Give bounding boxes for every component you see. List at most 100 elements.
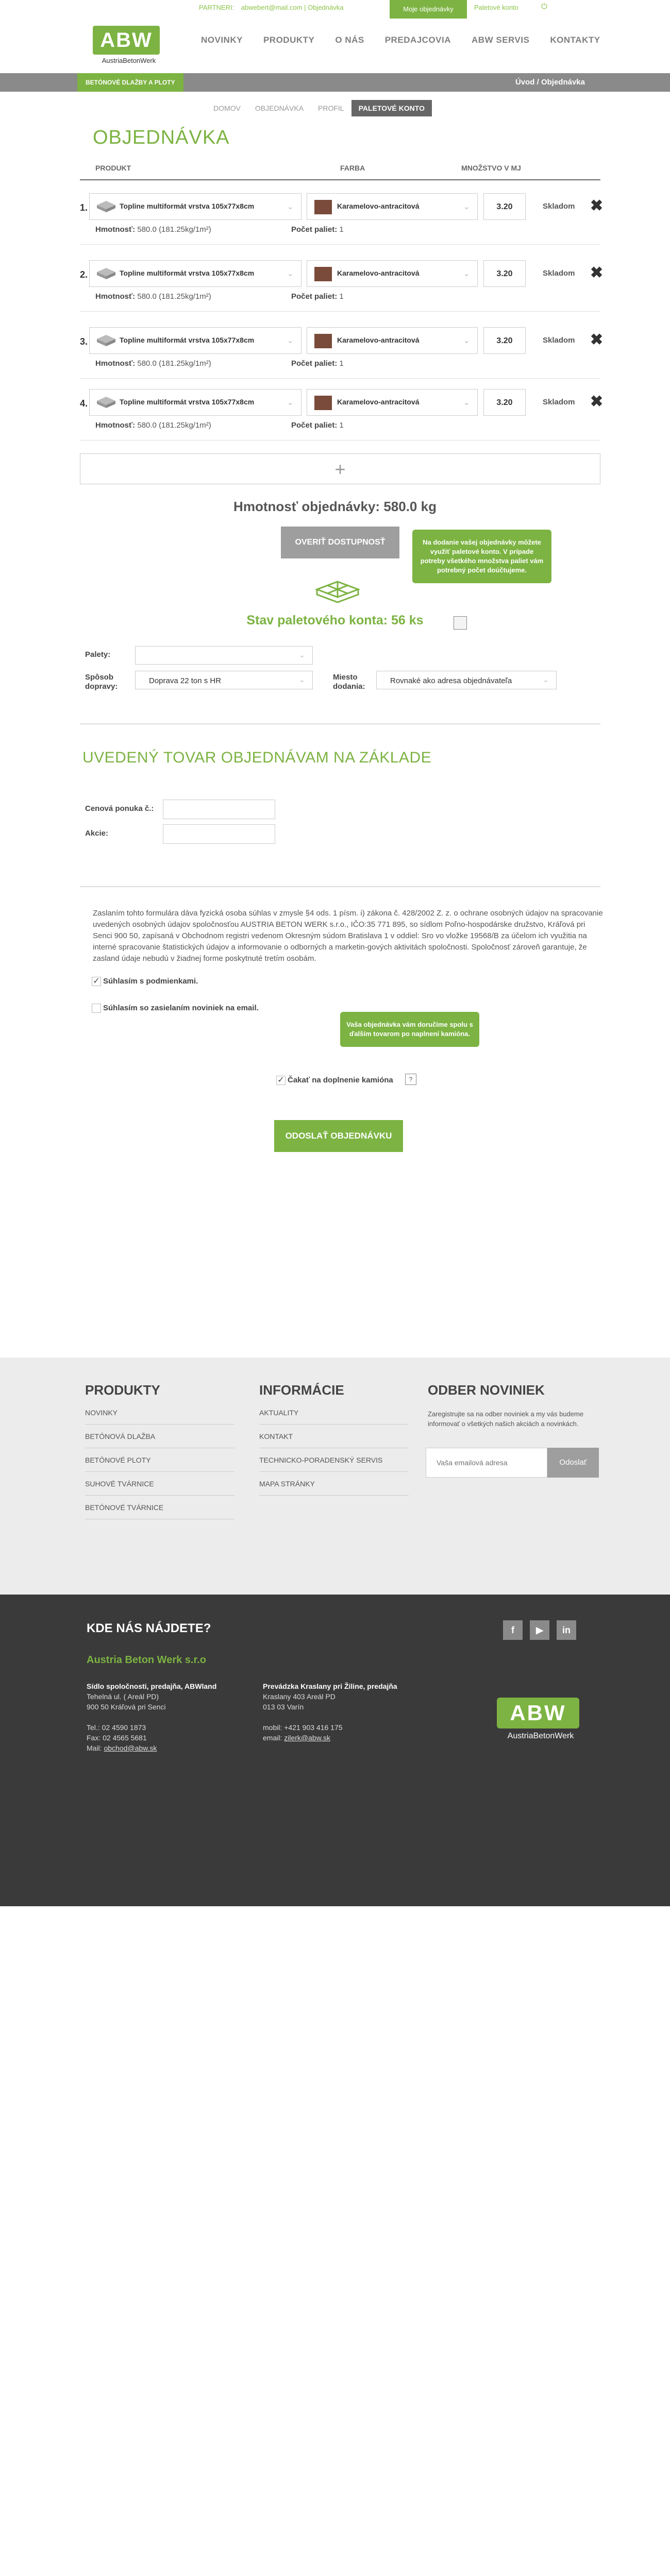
pallet-account-link[interactable]: Paletové konto: [474, 4, 518, 11]
order-weight: Hmotnosť objednávky: 580.0 kg: [233, 499, 437, 514]
pallet-status: Stav paletového konta: 56 ks: [246, 613, 424, 628]
truck-tooltip: Vaša objednávka vám doručíme spolu s ďal…: [340, 1012, 479, 1047]
address-senec: Sídlo spoločnosti, predajňa, ABWland Teh…: [87, 1682, 217, 1752]
chevron-down-icon: ⌄: [463, 398, 470, 407]
newsletter-email-input[interactable]: [426, 1448, 547, 1478]
my-orders-button[interactable]: Moje objednávky: [390, 0, 467, 19]
product-select[interactable]: Topline multiformát vrstva 105x77x8cm ⌄: [89, 327, 301, 354]
color-select[interactable]: Karamelovo-antracitová ⌄: [307, 327, 478, 354]
nav-abw-servis[interactable]: ABW SERVIS: [461, 35, 540, 45]
table-header: PRODUKT FARBA MNOŽSTVO V MJ: [80, 155, 600, 180]
row-weight: Hmotnosť: 580.0 (181.25kg/1m²): [95, 225, 211, 234]
tab-domov[interactable]: DOMOV: [206, 100, 248, 116]
nav-predajcovia[interactable]: PREDAJCOVIA: [375, 35, 461, 45]
partner-email-link[interactable]: abwebert@mail.com: [241, 4, 303, 11]
paving-stone-icon: [97, 201, 115, 212]
close-icon[interactable]: ✖: [590, 332, 603, 348]
pallet-icon: [314, 581, 361, 603]
category-button[interactable]: BETÓNOVÉ DLAŽBY A PLOTY: [77, 73, 183, 92]
product-name: Topline multiformát vrstva 105x77x8cm: [120, 202, 255, 210]
footer-link-novinky[interactable]: NOVINKY: [85, 1401, 234, 1425]
email-link[interactable]: zilerk@abw.sk: [284, 1734, 330, 1742]
chevron-down-icon: ⌄: [287, 202, 294, 211]
quantity-input[interactable]: 3.20: [483, 389, 526, 416]
row-pallets: Počet paliet: 1: [291, 292, 344, 301]
footer-info-title: INFORMÁCIE: [259, 1382, 344, 1398]
youtube-icon[interactable]: ▶: [530, 1620, 549, 1640]
footer-link-kontakt[interactable]: KONTAKT: [259, 1425, 409, 1448]
tab-paletove-konto[interactable]: PALETOVÉ KONTO: [351, 100, 432, 116]
product-name: Topline multiformát vrstva 105x77x8cm: [120, 336, 255, 344]
terms-checkbox[interactable]: ✓: [92, 977, 101, 986]
close-icon[interactable]: ✖: [590, 265, 603, 281]
color-select[interactable]: Karamelovo-antracitová ⌄: [307, 260, 478, 287]
action-label: Akcie:: [85, 829, 109, 838]
footer-logo[interactable]: ABW AustriaBetonWerk: [497, 1698, 584, 1741]
nav-novinky[interactable]: NOVINKY: [191, 35, 253, 45]
transport-select[interactable]: Doprava 22 ton s HR ⌄: [135, 671, 313, 689]
color-swatch: [314, 334, 332, 348]
logo-mark: ABW: [93, 26, 160, 55]
quote-input[interactable]: [163, 800, 275, 819]
newsletter-submit-button[interactable]: Odoslať: [547, 1448, 599, 1478]
logo-subtitle: AustriaBetonWerk: [102, 57, 156, 64]
pallets-select[interactable]: ⌄: [135, 646, 313, 665]
footer-link-tvarnice[interactable]: BETÓNOVÉ TVÁRNICE: [85, 1496, 234, 1519]
verify-availability-button[interactable]: OVERIŤ DOSTUPNOSŤ: [281, 527, 399, 558]
abw-logo[interactable]: ABW AustriaBetonWerk: [93, 26, 165, 64]
chevron-down-icon: ⌄: [299, 675, 305, 684]
nav-kontakty[interactable]: KONTAKTY: [540, 35, 610, 45]
color-name: Karamelovo-antracitová: [337, 269, 420, 277]
mail-link[interactable]: obchod@abw.sk: [104, 1744, 157, 1752]
footer-links: PRODUKTY NOVINKY BETÓNOVÁ DLAŽBA BETÓNOV…: [0, 1358, 670, 1595]
color-swatch: [314, 396, 332, 410]
footer-logo-mark: ABW: [497, 1698, 579, 1728]
send-order-button[interactable]: ODOSLAŤ OBJEDNÁVKU: [274, 1120, 403, 1152]
power-icon[interactable]: ⏻: [541, 2, 547, 11]
transport-label: Spôsob dopravy:: [85, 673, 118, 691]
color-select[interactable]: Karamelovo-antracitová ⌄: [307, 193, 478, 220]
help-icon[interactable]: ?: [405, 1074, 416, 1085]
col-qty: MNOŽSTVO V MJ: [461, 164, 521, 172]
quantity-input[interactable]: 3.20: [483, 327, 526, 354]
partner-order-link[interactable]: Objednávka: [308, 4, 343, 11]
tab-objednavka[interactable]: OBJEDNÁVKA: [248, 100, 311, 116]
partners-bar: PARTNERI: abwebert@mail.com | Objednávka: [199, 4, 344, 11]
product-select[interactable]: Topline multiformát vrstva 105x77x8cm ⌄: [89, 193, 301, 220]
color-select[interactable]: Karamelovo-antracitová ⌄: [307, 389, 478, 416]
linkedin-icon[interactable]: in: [557, 1620, 576, 1640]
nav-produkty[interactable]: PRODUKTY: [253, 35, 325, 45]
quote-label: Cenová ponuka č.:: [85, 804, 154, 813]
truck-checkbox[interactable]: ✓: [276, 1076, 286, 1085]
row-weight: Hmotnosť: 580.0 (181.25kg/1m²): [95, 421, 211, 430]
pallet-tooltip: Na dodanie vašej objednávky môžete využi…: [412, 530, 551, 583]
order-row: 1. Topline multiformát vrstva 105x77x8cm…: [80, 188, 603, 245]
newsletter-checkbox[interactable]: [92, 1004, 101, 1013]
footer-link-servis[interactable]: TECHNICKO-PORADENSKÝ SERVIS: [259, 1448, 409, 1472]
footer-link-aktuality[interactable]: AKTUALITY: [259, 1401, 409, 1425]
chevron-down-icon: ⌄: [299, 651, 305, 659]
quantity-input[interactable]: 3.20: [483, 260, 526, 287]
footer-contact: KDE NÁS NÁJDETE? f ▶ in Austria Beton We…: [0, 1595, 670, 1906]
footer-newsletter-title: ODBER NOVINIEK: [428, 1382, 545, 1398]
quantity-input[interactable]: 3.20: [483, 193, 526, 220]
chevron-down-icon: ⌄: [287, 269, 294, 278]
product-select[interactable]: Topline multiformát vrstva 105x77x8cm ⌄: [89, 260, 301, 287]
add-row-button[interactable]: +: [80, 453, 600, 484]
close-icon[interactable]: ✖: [590, 198, 603, 214]
newsletter-text: Zaregistrujte sa na odber noviniek a my …: [428, 1410, 584, 1428]
basis-title: UVEDENÝ TOVAR OBJEDNÁVAM NA ZÁKLADE: [82, 749, 432, 766]
nav-o-nas[interactable]: O NÁS: [325, 35, 374, 45]
product-select[interactable]: Topline multiformát vrstva 105x77x8cm ⌄: [89, 389, 301, 416]
facebook-icon[interactable]: f: [503, 1620, 523, 1640]
tab-profil[interactable]: PROFIL: [311, 100, 351, 116]
footer-link-mapa[interactable]: MAPA STRÁNKY: [259, 1472, 409, 1496]
close-icon[interactable]: ✖: [590, 394, 603, 410]
footer-link-dlazba[interactable]: BETÓNOVÁ DLAŽBA: [85, 1425, 234, 1448]
action-input[interactable]: [163, 824, 275, 844]
place-select[interactable]: Rovnaké ako adresa objednávateľa ⌄: [376, 671, 557, 689]
paving-stone-icon: [97, 397, 115, 408]
footer-link-suhove[interactable]: SUHOVÉ TVÁRNICE: [85, 1472, 234, 1496]
row-pallets: Počet paliet: 1: [291, 359, 344, 368]
footer-link-ploty[interactable]: BETÓNOVÉ PLOTY: [85, 1448, 234, 1472]
